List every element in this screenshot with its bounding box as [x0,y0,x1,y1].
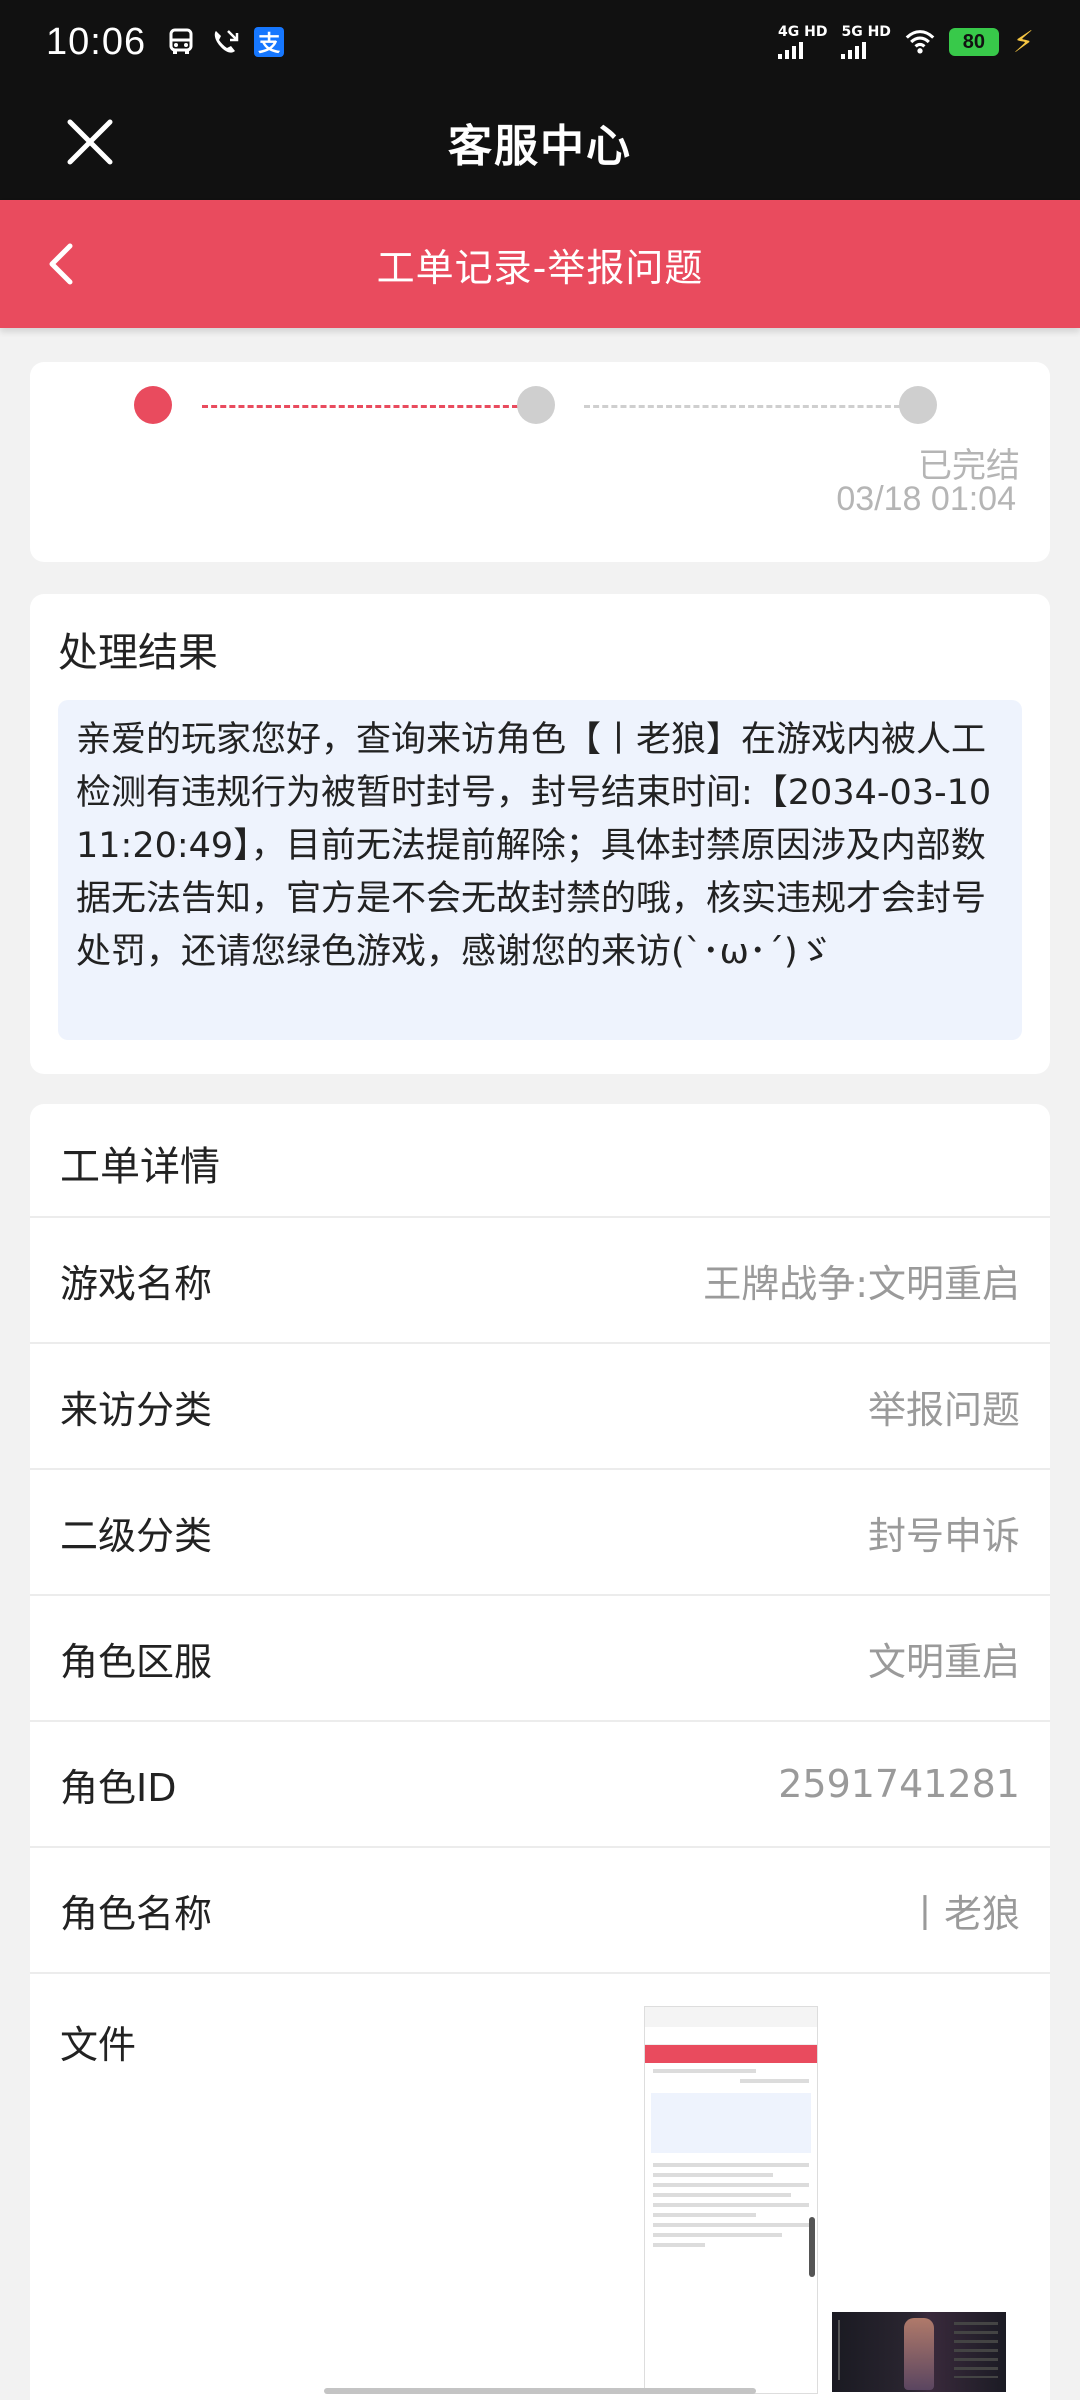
notification-icons: 支 [166,27,285,57]
progress-card: 已完结 03/18 01:04 [30,362,1050,562]
detail-row-role-id: 角色ID 2591741281 [30,1720,1050,1846]
step-dot-processing [517,386,555,424]
app-title: 客服中心 [448,121,632,172]
back-arrow-icon[interactable] [36,236,92,292]
home-indicator[interactable] [324,2388,756,2394]
detail-title: 工单详情 [60,1144,220,1190]
step-time-label: 03/18 01:04 [836,480,1016,518]
row-value: 文明重启 [867,1639,1020,1684]
status-bar: 10:06 支 4G HD 5G HD 80 ⚡ [0,0,1080,84]
page-title: 工单记录-举报问题 [376,245,704,290]
row-value: 2591741281 [778,1762,1020,1806]
row-label: 来访分类 [60,1387,213,1432]
step-connector-1 [202,405,518,408]
detail-row-server: 角色区服 文明重启 [30,1594,1050,1720]
file-divider [30,1972,1050,1974]
bus-icon [166,27,196,57]
charging-icon: ⚡ [1012,24,1034,60]
step-dot-submitted [134,386,172,424]
attachment-thumbnail-game[interactable] [832,2312,1006,2392]
network-label-2: 5G HD [841,24,891,40]
step-connector-2 [584,405,900,408]
missed-call-icon [210,27,240,57]
row-value: 丨老狼 [905,1891,1020,1936]
row-value: 封号申诉 [867,1513,1020,1558]
row-value: 王牌战争:文明重启 [703,1261,1020,1306]
system-status: 4G HD 5G HD 80 ⚡ [778,25,1034,60]
alipay-icon: 支 [254,27,285,57]
detail-row-role-name: 角色名称 丨老狼 [30,1846,1050,1972]
close-icon[interactable] [60,112,120,172]
row-label: 游戏名称 [60,1261,213,1306]
signal-4g-icon: 4G HD [778,25,827,59]
status-time: 10:06 [46,20,147,63]
result-message: 亲爱的玩家您好，查询来访角色【丨老狼】在游戏内被人工检测有违规行为被暂时封号，封… [58,700,1022,1040]
app-header: 客服中心 [0,84,1080,200]
detail-row-category: 来访分类 举报问题 [30,1342,1050,1468]
attachment-thumbnail-screenshot[interactable] [644,2006,818,2394]
result-card: 处理结果 亲爱的玩家您好，查询来访角色【丨老狼】在游戏内被人工检测有违规行为被暂… [30,594,1050,1074]
detail-row-subcategory: 二级分类 封号申诉 [30,1468,1050,1594]
row-label: 二级分类 [60,1513,213,1558]
signal-5g-icon: 5G HD [841,24,891,59]
step-dot-completed [899,386,937,424]
result-title: 处理结果 [58,630,218,676]
row-label: 角色区服 [60,1639,213,1684]
detail-card: 工单详情 游戏名称 王牌战争:文明重启 来访分类 举报问题 二级分类 封号申诉 … [30,1104,1050,2400]
battery-icon: 80 [948,28,999,56]
row-label: 角色ID [60,1765,177,1810]
row-label: 角色名称 [60,1891,213,1936]
network-label-1: 4G HD [778,24,828,40]
wifi-icon [905,27,935,57]
file-label: 文件 [60,2023,137,2067]
row-value: 举报问题 [867,1387,1020,1432]
detail-row-game-name: 游戏名称 王牌战争:文明重启 [30,1216,1050,1342]
page-header: 工单记录-举报问题 [0,200,1080,328]
